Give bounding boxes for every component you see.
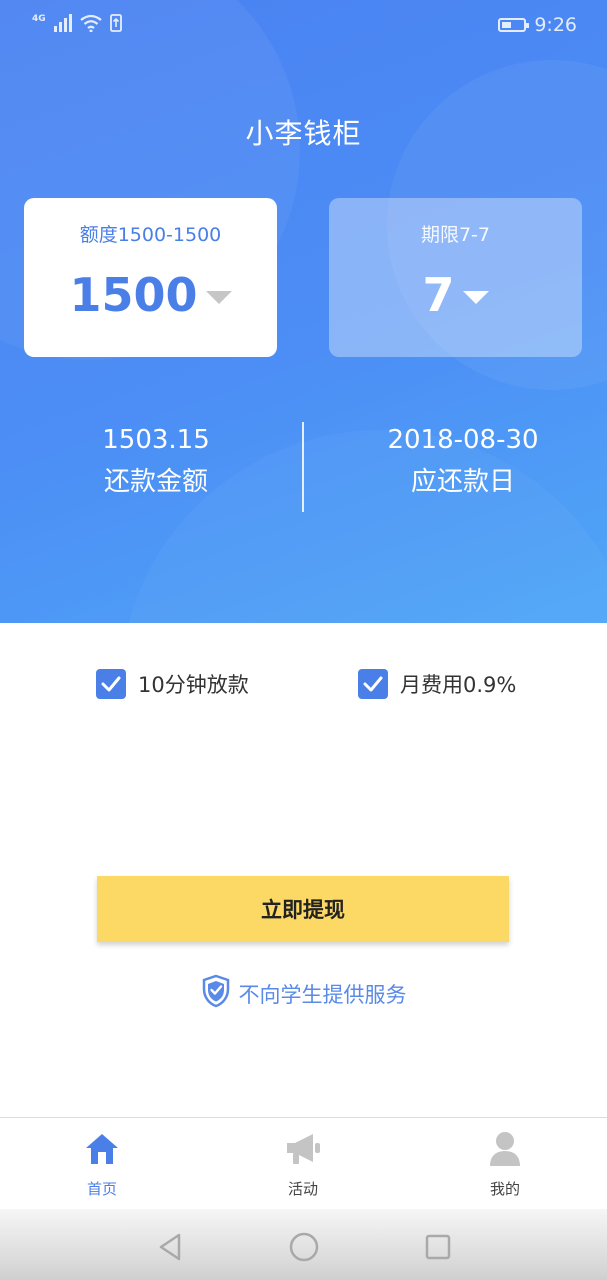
term-range-label: 期限7-7 (420, 224, 491, 246)
feature-monthly-fee: 月费用0.9% (358, 669, 516, 699)
repay-amount-stat: 1503.15 还款金额 (6, 420, 306, 504)
checkbox-checked-icon[interactable] (358, 669, 388, 699)
repay-amount-label: 还款金额 (103, 467, 208, 497)
signal-icon (53, 14, 72, 36)
repayment-summary: 1503.15 还款金额 2018-08-30 应还款日 (0, 420, 607, 512)
due-date-value: 2018-08-30 (387, 425, 539, 455)
stat-divider (302, 422, 304, 512)
megaphone-icon (243, 1128, 363, 1170)
checkbox-checked-icon[interactable] (96, 669, 126, 699)
dropdown-caret-icon[interactable] (462, 290, 489, 304)
tab-label: 我的 (489, 1180, 520, 1198)
system-navigation-bar (0, 1209, 607, 1280)
feature-fast-loan: 10分钟放款 (96, 669, 249, 699)
student-notice: 不向学生提供服务 (0, 974, 607, 1013)
due-date-stat: 2018-08-30 应还款日 (313, 420, 607, 504)
user-icon (445, 1128, 565, 1170)
feature-label: 月费用0.9% (400, 673, 517, 697)
home-icon (42, 1128, 162, 1170)
term-selector-card[interactable]: 期限7-7 7 (329, 198, 582, 357)
battery-icon (498, 18, 530, 32)
network-type: 4G (32, 14, 46, 24)
upload-icon (109, 14, 122, 36)
wifi-icon (79, 14, 102, 36)
hero-header: 4G 9:26 小李钱柜 额度1500-1500 1500 期限7-7 7 15… (0, 0, 607, 623)
feature-list: 10分钟放款 月费用0.9% (0, 665, 607, 705)
recent-apps-icon[interactable] (418, 1227, 458, 1267)
status-bar: 4G 9:26 (0, 0, 607, 50)
amount-value: 1500 (69, 268, 198, 322)
tab-activity[interactable]: 活动 (243, 1128, 363, 1199)
dropdown-caret-icon[interactable] (205, 290, 232, 304)
tab-label: 首页 (86, 1180, 117, 1198)
due-date-label: 应还款日 (410, 467, 515, 497)
amount-range-label: 额度1500-1500 (79, 224, 222, 246)
tab-mine[interactable]: 我的 (445, 1128, 565, 1199)
battery-level (502, 22, 512, 28)
repay-amount-value: 1503.15 (102, 425, 210, 455)
home-circle-icon[interactable] (284, 1227, 324, 1267)
clock: 9:26 (534, 14, 577, 36)
withdraw-now-button[interactable]: 立即提现 (97, 876, 509, 942)
feature-label: 10分钟放款 (138, 673, 249, 697)
term-value: 7 (422, 268, 455, 322)
bottom-tab-bar: 首页 活动 我的 (0, 1117, 607, 1210)
back-icon[interactable] (150, 1227, 190, 1267)
tab-home[interactable]: 首页 (42, 1128, 162, 1199)
app-title: 小李钱柜 (245, 117, 362, 150)
tab-label: 活动 (287, 1180, 318, 1198)
shield-check-icon (201, 974, 231, 1013)
amount-selector-card[interactable]: 额度1500-1500 1500 (24, 198, 277, 357)
notice-text: 不向学生提供服务 (238, 982, 407, 1007)
